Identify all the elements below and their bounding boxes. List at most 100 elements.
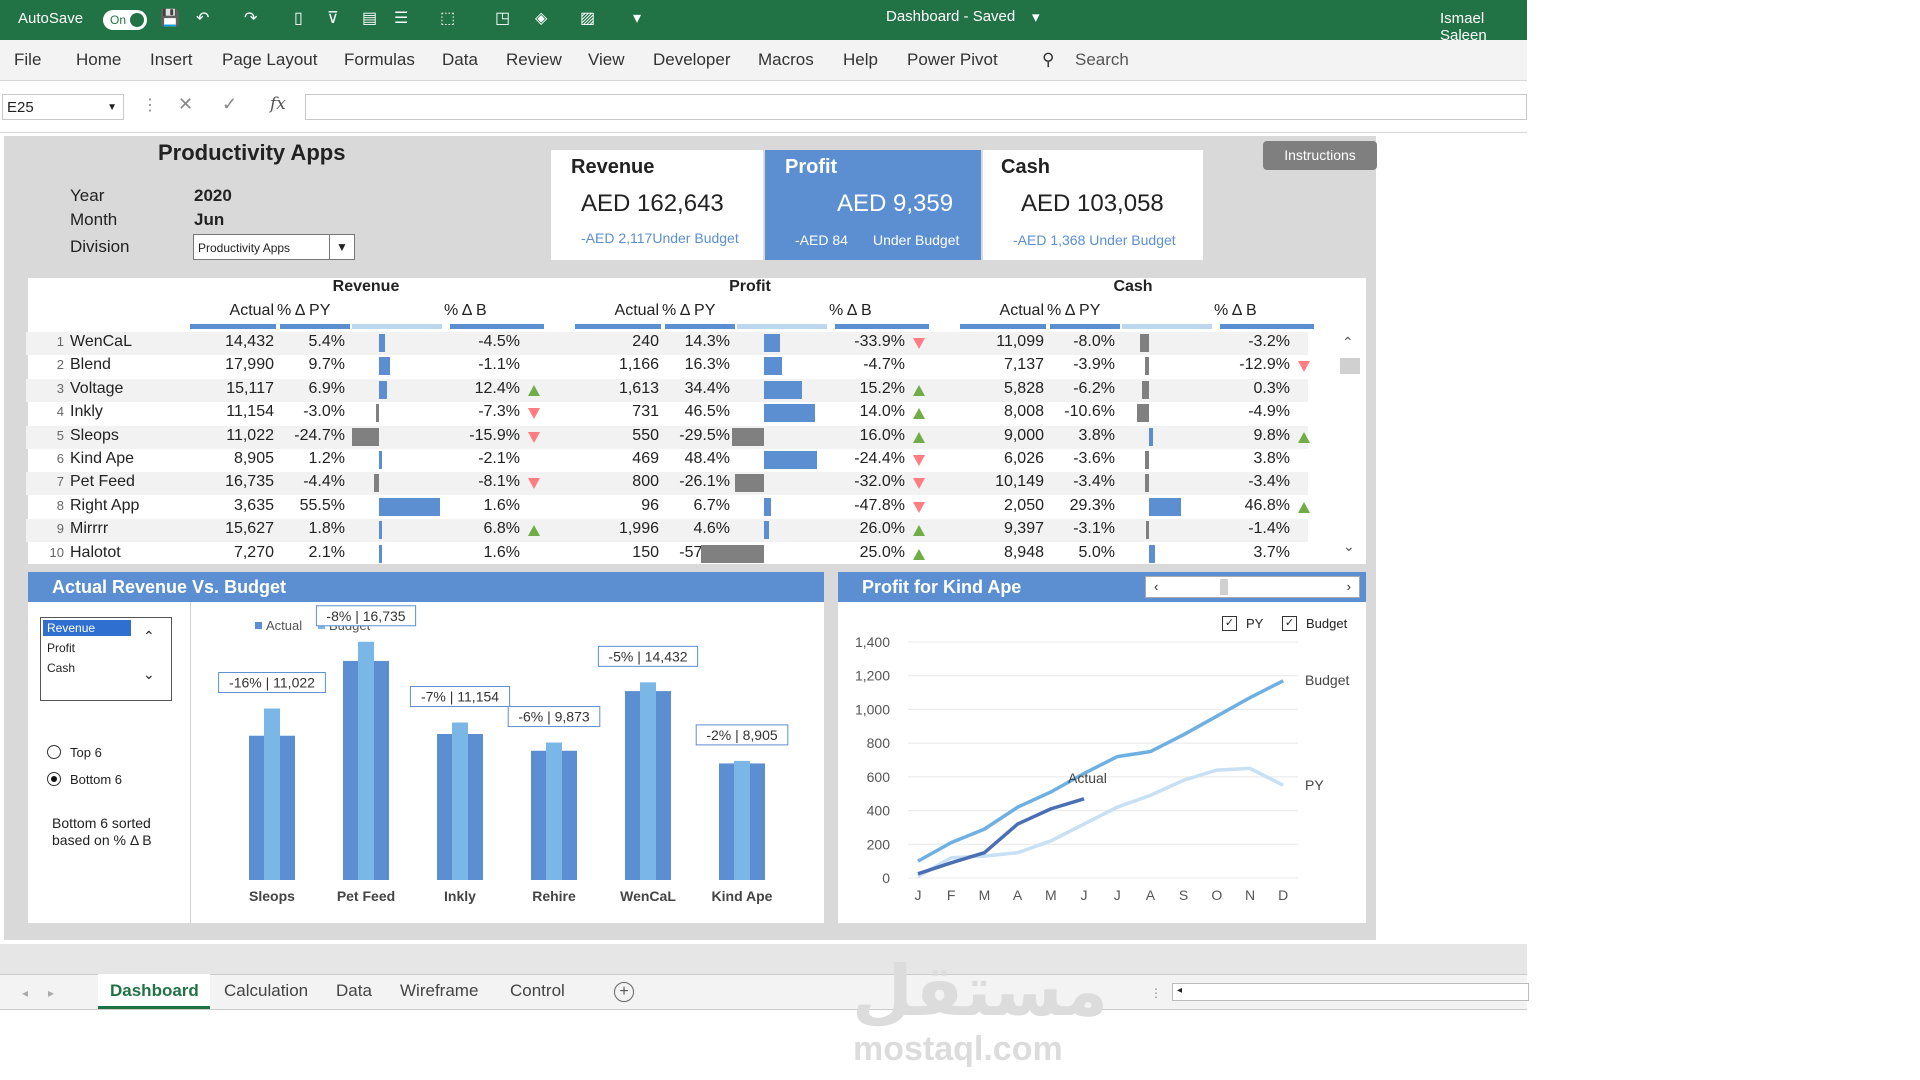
- sheet-tab-data[interactable]: Data: [336, 981, 372, 1001]
- py-variance-bar: [374, 474, 379, 493]
- cell-actual: 16,735: [225, 473, 274, 491]
- name-box[interactable]: E25 ▼: [2, 94, 124, 120]
- group-header-cash: Cash: [1113, 278, 1153, 295]
- tab-help[interactable]: Help: [843, 50, 878, 70]
- tab-view[interactable]: View: [588, 50, 625, 70]
- sheet-tab-control[interactable]: Control: [510, 981, 565, 1001]
- user-name[interactable]: Ismael Saleen: [1440, 10, 1527, 44]
- cell-pct-py: 4.6%: [693, 520, 730, 538]
- cancel-icon[interactable]: ✕: [178, 94, 193, 115]
- bottom6-radio[interactable]: [47, 772, 61, 786]
- tab-formulas[interactable]: Formulas: [344, 50, 415, 70]
- border-icon[interactable]: ▨: [580, 8, 595, 28]
- product-scrollbar[interactable]: ‹ ›: [1145, 576, 1360, 598]
- tab-power-pivot[interactable]: Power Pivot: [907, 50, 998, 70]
- chevron-down-icon[interactable]: ⌄: [143, 666, 155, 683]
- tab-data[interactable]: Data: [442, 50, 478, 70]
- shapes-icon[interactable]: ◳: [495, 8, 510, 28]
- down-arrow-icon: [1298, 361, 1310, 373]
- py-variance-bar: [1142, 380, 1149, 399]
- cell-pct-b: 46.8%: [1244, 496, 1290, 514]
- y-tick-label: 800: [867, 735, 891, 751]
- py-variance-bar: [379, 544, 382, 563]
- chevron-left-icon[interactable]: ‹: [1154, 579, 1158, 594]
- down-arrow-icon: [913, 478, 925, 490]
- cell-pct-py: 14.3%: [684, 333, 730, 350]
- save-icon[interactable]: 💾: [160, 8, 180, 28]
- more-options-icon[interactable]: ⋮: [1150, 986, 1162, 1000]
- horizontal-scrollbar[interactable]: ◂: [1172, 983, 1529, 1001]
- cell-actual: 800: [632, 473, 659, 491]
- new-document-icon[interactable]: ▯: [294, 8, 303, 28]
- listbox-item-profit[interactable]: Profit: [47, 641, 75, 655]
- enter-icon[interactable]: ✓: [222, 94, 237, 115]
- tab-developer[interactable]: Developer: [653, 50, 731, 70]
- align-icon[interactable]: ☰: [394, 8, 408, 28]
- sheet-tab-calculation[interactable]: Calculation: [224, 981, 308, 1001]
- cell-pct-py: -3.9%: [1073, 356, 1115, 374]
- x-tick-label: J: [1081, 887, 1088, 903]
- up-arrow-icon: [528, 525, 540, 537]
- tab-insert[interactable]: Insert: [150, 50, 193, 70]
- tab-page-layout[interactable]: Page Layout: [222, 50, 317, 70]
- tab-home[interactable]: Home: [76, 50, 121, 70]
- py-variance-bar: [379, 497, 441, 516]
- instructions-button[interactable]: Instructions: [1263, 141, 1377, 170]
- py-variance-bar: [764, 521, 770, 540]
- form-icon[interactable]: ▤: [362, 8, 377, 28]
- cell-pct-py: 2.1%: [308, 543, 345, 561]
- division-value: Productivity Apps: [198, 241, 291, 255]
- tab-macros[interactable]: Macros: [758, 50, 814, 70]
- chevron-down-icon[interactable]: ▾: [1032, 8, 1040, 26]
- redo-icon[interactable]: ↷: [244, 8, 257, 28]
- scrollbar-thumb[interactable]: [1220, 579, 1228, 595]
- cell-pct-py: 1.2%: [308, 450, 345, 467]
- more-options-icon[interactable]: ⋮: [142, 95, 158, 115]
- add-sheet-icon[interactable]: +: [614, 982, 634, 1002]
- division-dropdown[interactable]: Productivity Apps ▼: [193, 234, 355, 260]
- undo-icon[interactable]: ↶: [196, 8, 209, 28]
- kpi-profit-title: Profit: [785, 156, 838, 178]
- filter-icon[interactable]: ⊽: [327, 8, 339, 28]
- py-variance-bar: [764, 357, 782, 376]
- customize-quick-access-icon[interactable]: ▾: [633, 8, 641, 28]
- col-header-pct-b: % Δ B: [1214, 302, 1257, 319]
- cell-pct-py: -10.6%: [1064, 403, 1115, 421]
- sheet-tab-wireframe[interactable]: Wireframe: [400, 981, 478, 1001]
- chevron-down-icon[interactable]: ▼: [329, 235, 354, 259]
- search-label[interactable]: Search: [1075, 50, 1129, 70]
- search-icon[interactable]: ⚲: [1042, 50, 1054, 70]
- chevron-right-icon[interactable]: ›: [1347, 579, 1351, 594]
- fill-color-icon[interactable]: ◈: [535, 8, 547, 28]
- listbox-item-revenue[interactable]: Revenue: [47, 621, 95, 635]
- chevron-left-icon[interactable]: ◂: [22, 986, 28, 1000]
- top6-radio[interactable]: [47, 745, 61, 759]
- listbox-item-cash[interactable]: Cash: [47, 661, 75, 675]
- sheet-tab-dashboard[interactable]: Dashboard: [110, 981, 199, 1001]
- cell-pct-py: 9.7%: [308, 356, 345, 374]
- scrollbar-thumb[interactable]: [1340, 358, 1360, 374]
- category-label: Sleops: [249, 888, 295, 904]
- y-tick-label: 1,000: [855, 701, 890, 717]
- group-icon[interactable]: ⬚: [440, 8, 455, 28]
- chevron-right-icon[interactable]: ▸: [48, 986, 54, 1000]
- document-title[interactable]: Dashboard - Saved: [886, 8, 1015, 25]
- chevron-up-icon[interactable]: ⌃: [1342, 334, 1354, 351]
- formula-input[interactable]: [305, 94, 1527, 120]
- up-arrow-icon: [528, 384, 540, 396]
- table-scrollbar[interactable]: ⌃ ⌄: [1340, 334, 1360, 564]
- chevron-up-icon[interactable]: ⌃: [143, 628, 155, 645]
- tab-review[interactable]: Review: [506, 50, 562, 70]
- col-header-pct-b: % Δ B: [444, 302, 487, 319]
- metric-listbox[interactable]: Revenue Profit Cash ⌃ ⌄: [40, 617, 172, 701]
- function-icon[interactable]: fx: [270, 94, 286, 114]
- autosave-toggle[interactable]: On: [103, 10, 147, 30]
- chevron-down-icon[interactable]: ⌄: [1343, 538, 1355, 555]
- row-number: 2: [56, 357, 64, 373]
- tab-file[interactable]: File: [14, 50, 41, 70]
- data-label: -2% | 8,905: [706, 727, 778, 743]
- cell-actual: 1,166: [618, 356, 659, 374]
- py-variance-bar: [764, 451, 818, 469]
- row-name-voltage: Voltage: [70, 379, 124, 397]
- down-arrow-icon: [913, 338, 925, 349]
